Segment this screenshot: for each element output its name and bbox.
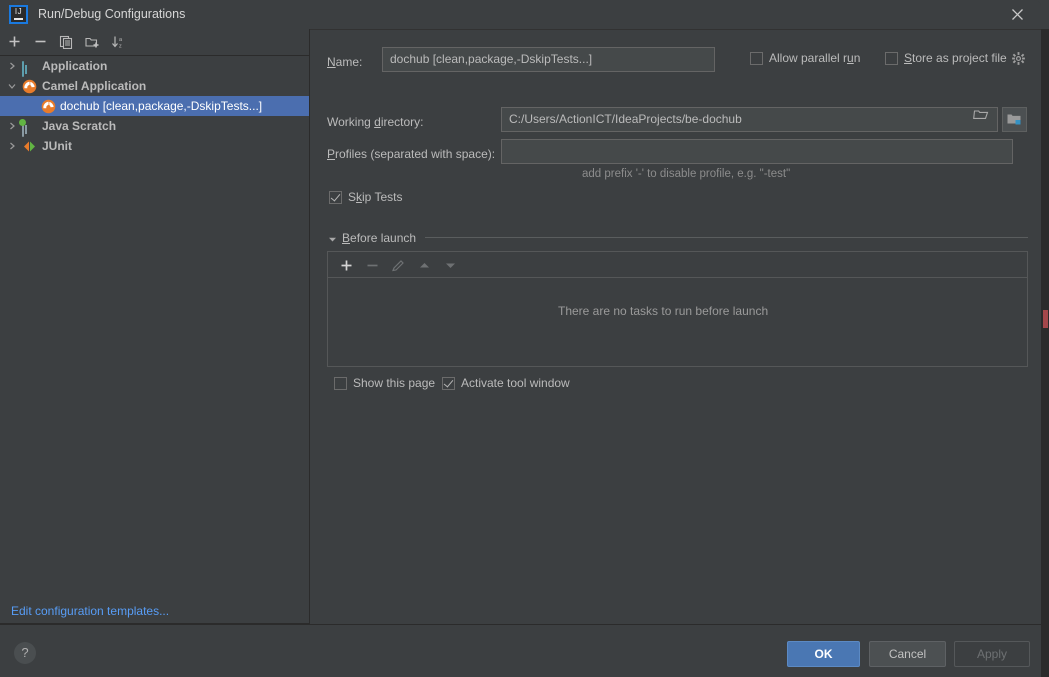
checkbox-box xyxy=(334,377,347,390)
chevron-down-icon[interactable] xyxy=(6,76,18,96)
tree-item-dochub-configuration[interactable]: dochub [clean,package,-DskipTests...] xyxy=(0,96,309,116)
configurations-tree[interactable]: Application Camel Application dochub [cl… xyxy=(0,56,309,623)
checkbox-box xyxy=(885,52,898,65)
activate-tool-window-label: Activate tool window xyxy=(461,376,570,390)
store-as-project-file-checkbox[interactable]: Store as project file xyxy=(885,51,1007,67)
edit-configuration-templates-link[interactable]: Edit configuration templates... xyxy=(11,604,169,618)
folder-macro-button[interactable] xyxy=(1002,107,1027,132)
remove-configuration-button[interactable] xyxy=(29,32,51,52)
name-input[interactable]: dochub [clean,package,-DskipTests...] xyxy=(382,47,715,72)
apply-button[interactable]: Apply xyxy=(954,641,1030,667)
working-directory-input[interactable]: C:/Users/ActionICT/IdeaProjects/be-dochu… xyxy=(501,107,998,132)
before-launch-collapse-icon[interactable] xyxy=(328,233,337,247)
before-launch-task-list[interactable] xyxy=(327,277,1028,367)
store-as-project-file-label: Store as project file xyxy=(904,51,1007,65)
before-launch-toolbar xyxy=(327,251,1028,277)
java-scratch-icon xyxy=(19,119,38,137)
help-button[interactable]: ? xyxy=(14,642,36,664)
gear-icon[interactable] xyxy=(1011,51,1027,67)
add-task-button[interactable] xyxy=(335,255,357,275)
tree-item-camel-application[interactable]: Camel Application xyxy=(0,76,309,96)
name-label: Name: xyxy=(327,55,363,69)
profiles-input[interactable] xyxy=(501,139,1013,164)
checkbox-box xyxy=(750,52,763,65)
move-task-up-button xyxy=(413,255,435,275)
svg-text:a: a xyxy=(119,37,123,43)
junit-icon xyxy=(22,139,38,154)
close-icon[interactable] xyxy=(1001,5,1033,25)
activate-tool-window-checkbox[interactable]: Activate tool window xyxy=(442,376,570,392)
checkbox-box xyxy=(442,377,455,390)
camel-logo-icon xyxy=(41,99,57,114)
before-launch-empty-message: There are no tasks to run before launch xyxy=(558,304,769,318)
configurations-sidebar: a z Application Camel Application dochub… xyxy=(0,29,310,624)
cancel-button[interactable]: Cancel xyxy=(869,641,946,667)
remove-task-button xyxy=(361,255,383,275)
background-red-marker xyxy=(1043,310,1048,328)
dialog-title: Run/Debug Configurations xyxy=(38,7,186,21)
run-debug-configurations-dialog: IJ Run/Debug Configurations a z Applicat… xyxy=(0,0,1041,677)
tree-item-java-scratch[interactable]: Java Scratch xyxy=(0,116,309,137)
svg-text:z: z xyxy=(119,44,122,50)
profiles-hint: add prefix '-' to disable profile, e.g. … xyxy=(582,168,791,180)
sort-configurations-button[interactable]: a z xyxy=(107,32,129,52)
chevron-right-icon[interactable] xyxy=(6,136,18,156)
show-this-page-checkbox[interactable]: Show this page xyxy=(334,376,435,392)
edit-task-button xyxy=(387,255,409,275)
new-folder-button[interactable] xyxy=(81,32,103,52)
tree-item-junit[interactable]: JUnit xyxy=(0,136,309,156)
configuration-settings-panel: Name: dochub [clean,package,-DskipTests.… xyxy=(311,29,1041,624)
folder-open-icon[interactable] xyxy=(973,108,995,131)
checkbox-box xyxy=(329,191,342,204)
copy-configuration-button[interactable] xyxy=(55,32,77,52)
working-directory-label: Working directory: xyxy=(327,115,424,129)
skip-tests-label: Skip Tests xyxy=(348,190,403,204)
tree-item-application[interactable]: Application xyxy=(0,56,309,77)
skip-tests-checkbox[interactable]: Skip Tests xyxy=(329,190,402,206)
allow-parallel-run-label: Allow parallel run xyxy=(769,51,861,65)
dialog-titlebar: IJ Run/Debug Configurations xyxy=(0,0,1041,30)
chevron-right-icon[interactable] xyxy=(6,116,18,136)
chevron-right-icon[interactable] xyxy=(6,56,18,76)
allow-parallel-run-checkbox[interactable]: Allow parallel run xyxy=(750,51,860,67)
footer-separator xyxy=(0,624,1041,625)
before-launch-title: Before launch xyxy=(342,231,417,245)
add-configuration-button[interactable] xyxy=(3,32,25,52)
ok-button[interactable]: OK xyxy=(787,641,860,667)
intellij-idea-logo-icon: IJ xyxy=(9,5,28,24)
show-this-page-label: Show this page xyxy=(353,376,436,390)
sidebar-toolbar: a z xyxy=(0,29,309,56)
move-task-down-button xyxy=(439,255,461,275)
ide-background-strip xyxy=(1041,29,1049,677)
camel-logo-icon xyxy=(22,79,38,94)
application-window-icon xyxy=(22,59,38,77)
before-launch-separator xyxy=(425,237,1028,238)
profiles-label: Profiles (separated with space): xyxy=(327,147,496,161)
